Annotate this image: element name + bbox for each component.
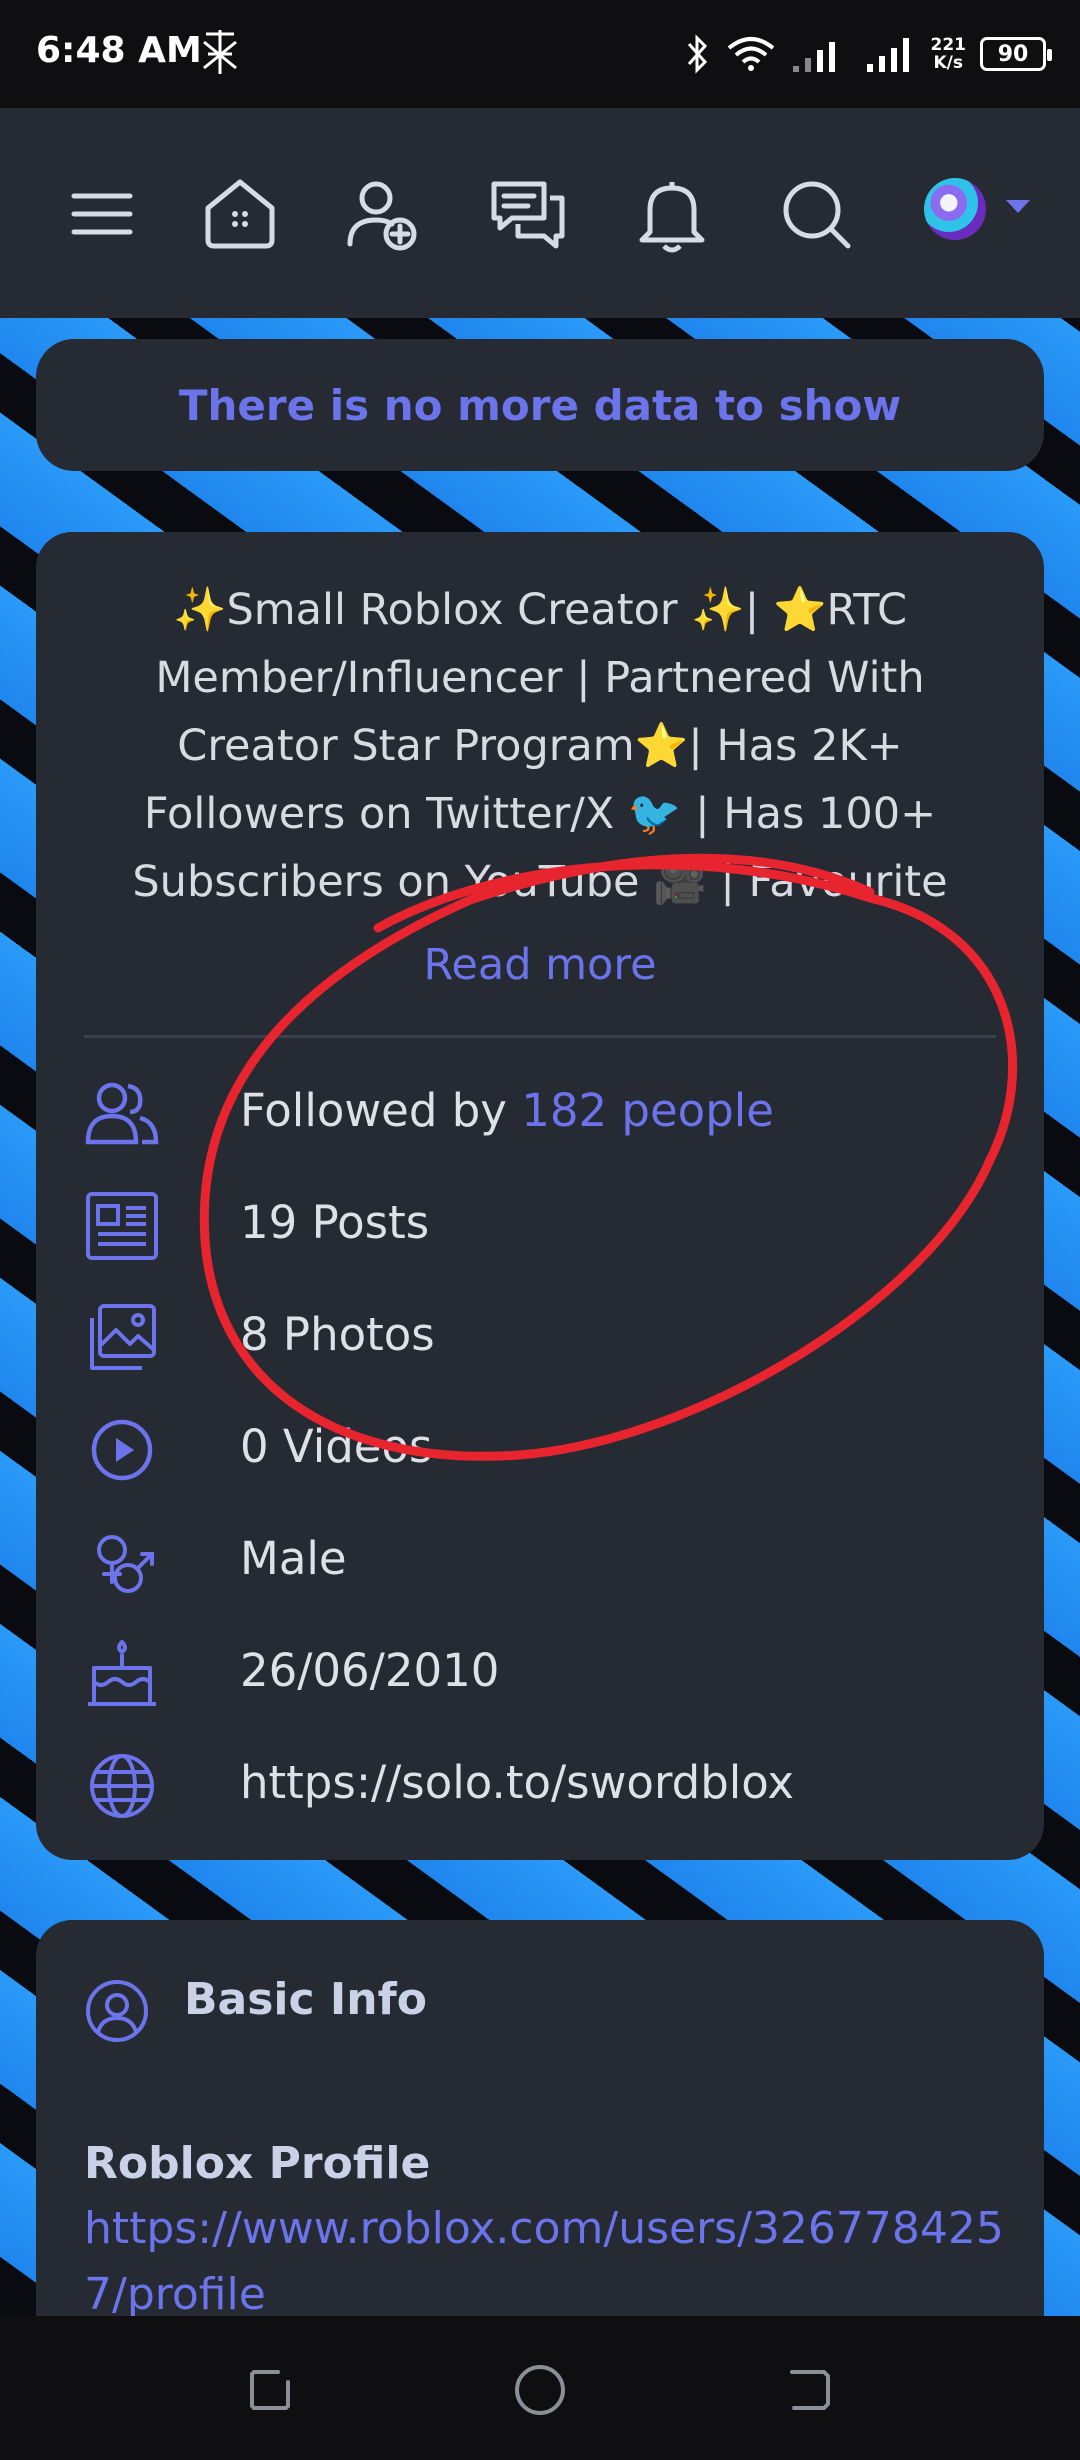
people-icon bbox=[84, 1076, 160, 1152]
profile-bio: ✨Small Roblox Creator ✨| ⭐RTC Member/Inf… bbox=[132, 585, 948, 907]
user-circle-icon bbox=[86, 1980, 148, 2042]
gender-value: Male bbox=[240, 1532, 347, 1585]
birthday-row: 26/06/2010 bbox=[84, 1632, 1014, 1712]
birthday-cake-icon bbox=[84, 1636, 160, 1712]
gender-icon bbox=[84, 1524, 160, 1600]
read-more-link[interactable]: Read more bbox=[36, 940, 1044, 990]
recents-button[interactable] bbox=[240, 2360, 300, 2420]
home-button[interactable] bbox=[510, 2360, 570, 2420]
photos-row[interactable]: 8 Photos bbox=[84, 1296, 1014, 1376]
roblox-profile-link[interactable]: https://www.roblox.com/users/3267784257/… bbox=[84, 2196, 1014, 2328]
home-circle-icon bbox=[515, 2365, 565, 2415]
status-time: 6:48 AM bbox=[36, 30, 202, 71]
basic-info-card: Basic Info Roblox Profile https://www.ro… bbox=[36, 1920, 1044, 2340]
status-bar: 6:48 AM 221 K/s 90 bbox=[0, 0, 1080, 108]
system-navigation-bar bbox=[0, 2316, 1080, 2460]
birthday-value: 26/06/2010 bbox=[240, 1644, 500, 1697]
add-friend-icon[interactable] bbox=[342, 174, 422, 254]
photos-icon bbox=[84, 1300, 160, 1376]
website-link[interactable]: https://solo.to/swordblox bbox=[240, 1756, 794, 1809]
network-speed: 221 K/s bbox=[931, 36, 967, 72]
website-row[interactable]: https://solo.to/swordblox bbox=[84, 1744, 1014, 1824]
no-more-data-banner: There is no more data to show bbox=[36, 339, 1044, 471]
network-speed-unit: K/s bbox=[933, 53, 963, 73]
followers-link[interactable]: 182 people bbox=[521, 1084, 774, 1137]
bluetooth-icon bbox=[687, 34, 707, 74]
network-speed-value: 221 bbox=[930, 35, 967, 55]
battery-indicator: 90 bbox=[980, 37, 1052, 71]
home-icon[interactable] bbox=[200, 174, 280, 254]
back-icon bbox=[790, 2370, 830, 2410]
recents-icon bbox=[250, 2370, 290, 2410]
avatar[interactable] bbox=[924, 178, 986, 240]
followers-row: Followed by 182 people bbox=[84, 1072, 1014, 1152]
divider bbox=[84, 1035, 996, 1038]
status-indicators: 221 K/s 90 bbox=[685, 30, 1052, 78]
posts-row[interactable]: 19 Posts bbox=[84, 1184, 1014, 1264]
gender-row: Male bbox=[84, 1520, 1014, 1600]
signal-sim2-icon bbox=[866, 38, 909, 72]
profile-menu[interactable] bbox=[924, 178, 1044, 248]
followers-text: Followed by 182 people bbox=[240, 1084, 774, 1137]
wifi-icon bbox=[727, 37, 774, 71]
roblox-profile-label: Roblox Profile bbox=[84, 2138, 431, 2189]
about-card: ✨Small Roblox Creator ✨| ⭐RTC Member/Inf… bbox=[36, 532, 1044, 1860]
messages-icon[interactable] bbox=[488, 174, 568, 254]
video-play-icon bbox=[84, 1412, 160, 1488]
basic-info-title: Basic Info bbox=[184, 1974, 427, 2025]
followers-label: Followed by bbox=[240, 1084, 522, 1137]
posts-icon bbox=[84, 1188, 160, 1264]
photos-count: 8 Photos bbox=[240, 1308, 435, 1361]
posts-count: 19 Posts bbox=[240, 1196, 430, 1249]
chevron-down-icon[interactable] bbox=[1006, 200, 1030, 213]
videos-row[interactable]: 0 Videos bbox=[84, 1408, 1014, 1488]
search-icon[interactable] bbox=[776, 174, 856, 254]
app-top-nav bbox=[0, 108, 1080, 318]
signal-sim1-icon bbox=[792, 42, 835, 72]
notifications-icon[interactable] bbox=[632, 174, 712, 254]
globe-icon bbox=[84, 1748, 160, 1824]
app-notification-icon bbox=[203, 30, 237, 74]
back-button[interactable] bbox=[780, 2360, 840, 2420]
menu-icon[interactable] bbox=[62, 174, 142, 254]
videos-count: 0 Videos bbox=[240, 1420, 433, 1473]
